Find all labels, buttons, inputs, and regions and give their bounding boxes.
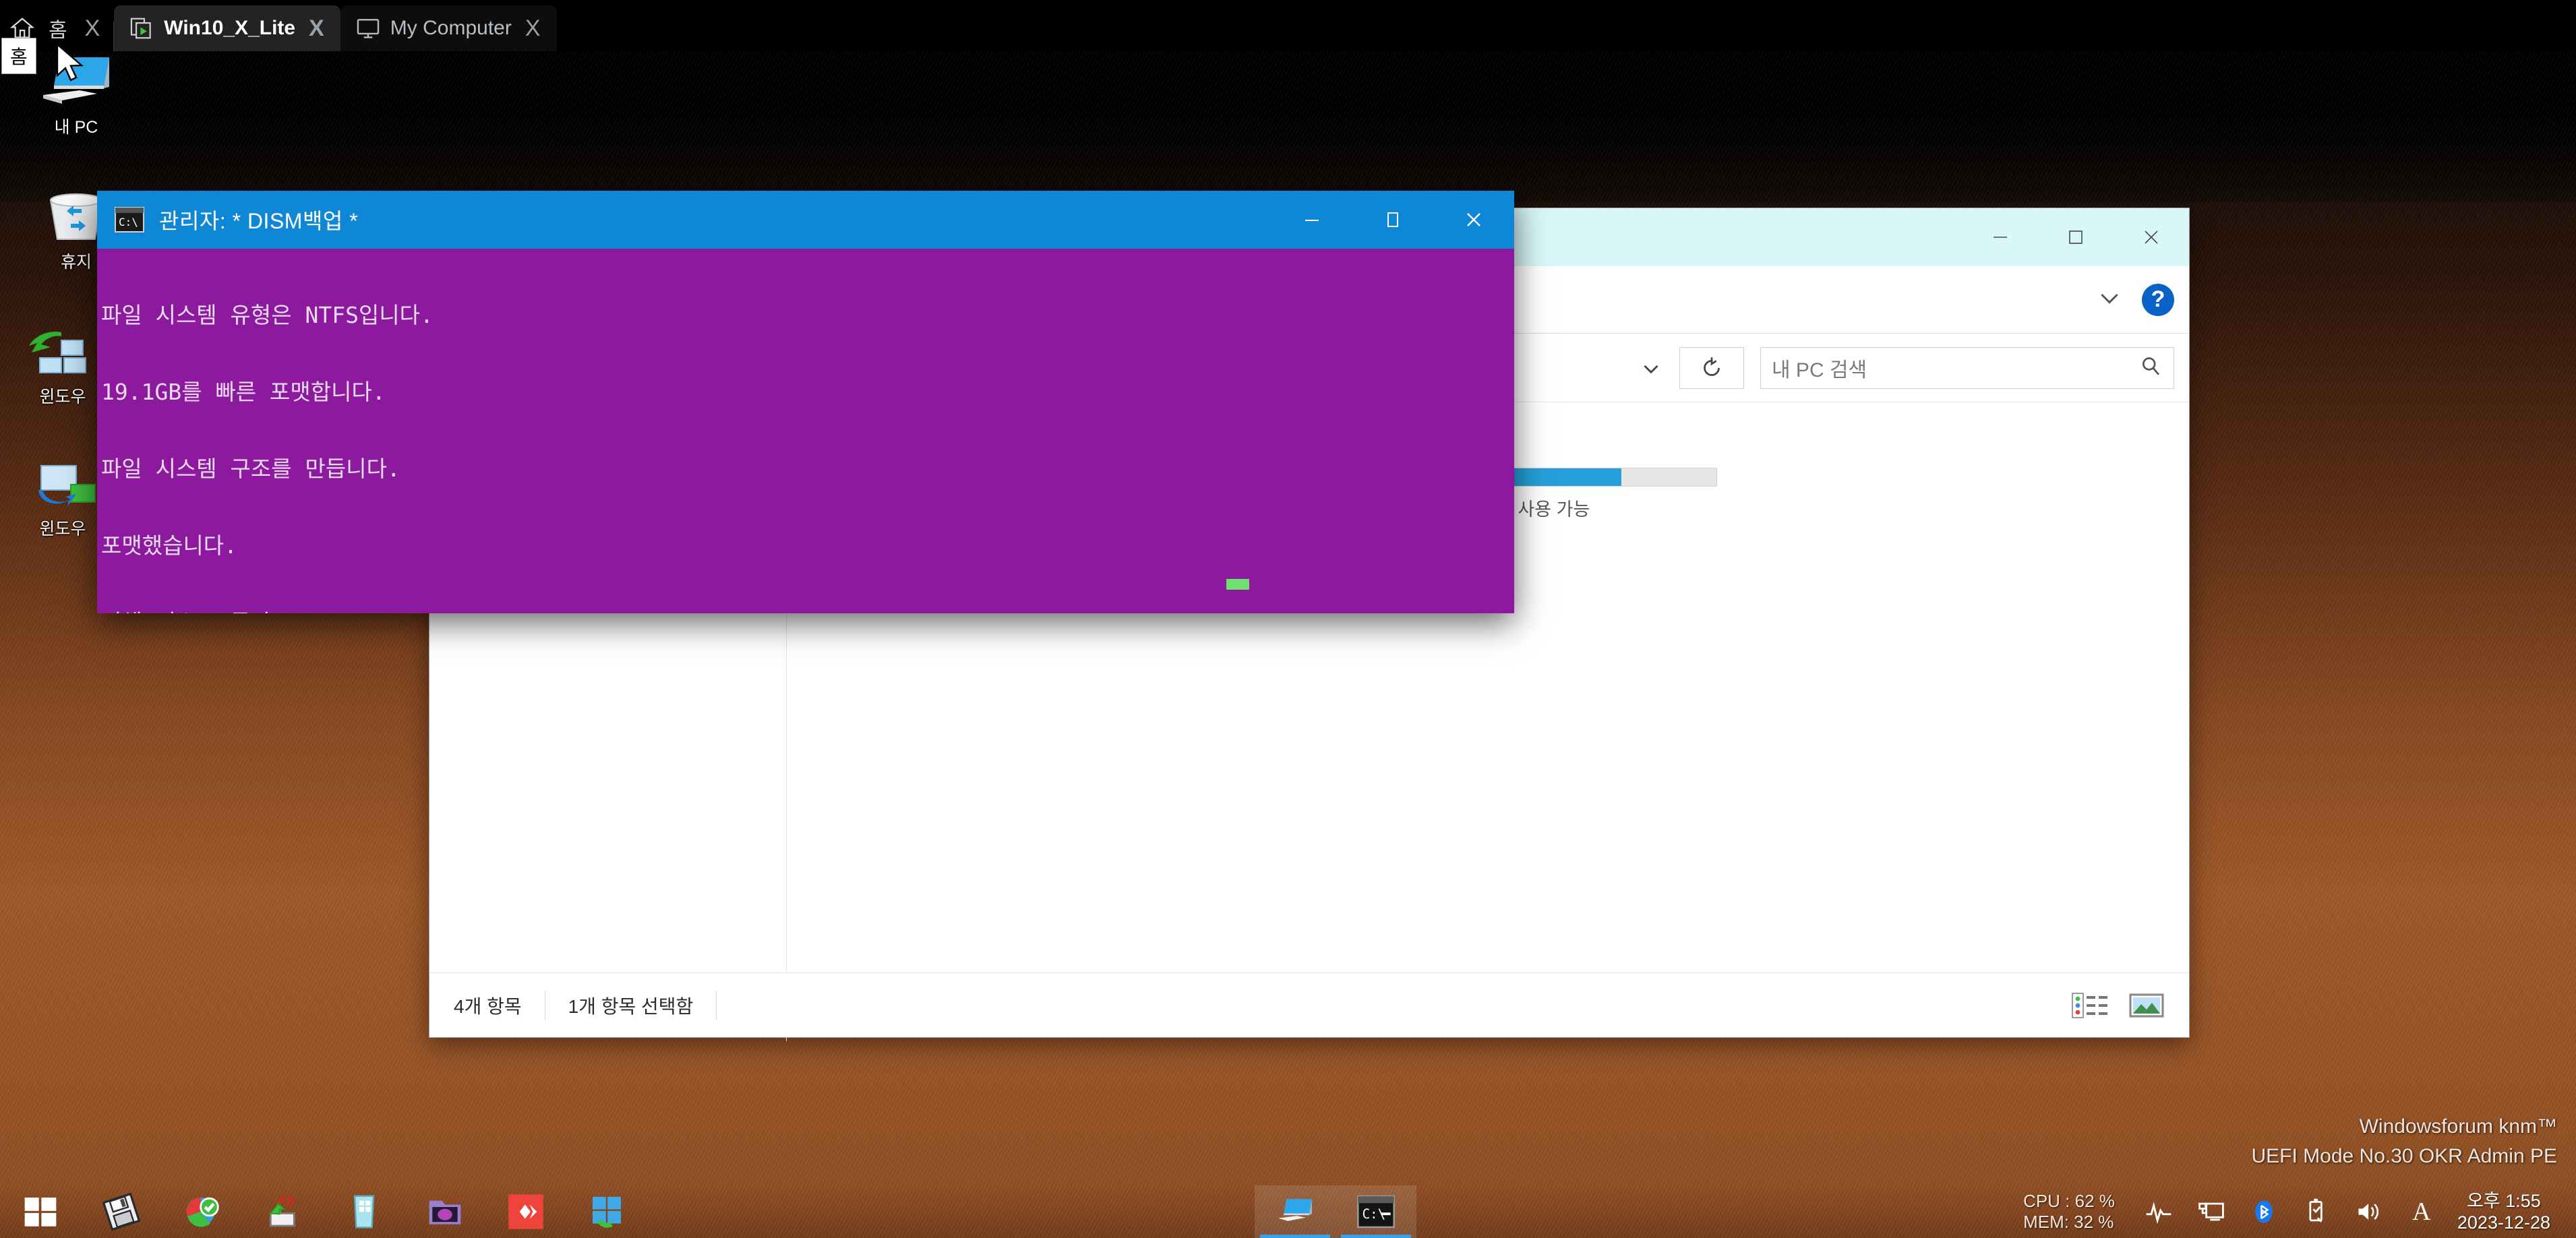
console-output[interactable]: 파일 시스템 유형은 NTFS입니다. 19.1GB를 빠른 포맷합니다. 파일…	[97, 249, 1514, 613]
status-selection-count: 1개 항목 선택함	[568, 995, 694, 1017]
status-divider	[716, 990, 717, 1020]
browser-tab-strip: 홈 X Win10_X_Lite X My Computer X	[0, 0, 2576, 51]
system-tray: CPU : 62 % MEM: 32 % A 오후 1:55 2023-12-2…	[2023, 1185, 2576, 1238]
tab-home-label: 홈	[49, 20, 67, 42]
file-explorer-task[interactable]	[1254, 1185, 1336, 1238]
tab-home-close-icon[interactable]: X	[81, 17, 104, 40]
console-titlebar[interactable]: C:\ 관리자: * DISM백업 *	[97, 191, 1514, 249]
command-prompt-icon: C:\	[115, 207, 144, 233]
search-input[interactable]: 내 PC 검색	[1760, 346, 2174, 389]
tab-win10-x-lite-close-icon[interactable]: X	[305, 17, 328, 40]
console-minimize-button[interactable]	[1271, 191, 1352, 249]
floppy-disk-app[interactable]	[81, 1185, 162, 1238]
command-prompt-window[interactable]: C:\ 관리자: * DISM백업 * 파일 시스템 유형은 NTFS입니다. …	[97, 191, 1514, 613]
console-line: 파일 시스템 유형은 NTFS입니다.	[101, 302, 433, 328]
monitor-icon	[355, 16, 381, 41]
search-icon[interactable]	[2138, 354, 2163, 381]
mem-usage: MEM: 32 %	[2023, 1212, 2114, 1232]
command-prompt-icon: C:\	[1356, 1195, 1395, 1229]
large-icons-view-button[interactable]	[2127, 990, 2166, 1021]
tab-my-computer-close-icon[interactable]: X	[521, 17, 545, 40]
clock-time: 오후 1:55	[2467, 1190, 2541, 1211]
start-button[interactable]	[0, 1185, 81, 1238]
console-close-button[interactable]	[1433, 191, 1514, 249]
explorer-status-bar: 4개 항목 1개 항목 선택함	[429, 972, 2189, 1037]
clock-date: 2023-12-28	[2457, 1212, 2551, 1233]
ime-indicator-icon[interactable]: A	[2395, 1185, 2448, 1238]
anydesk-icon	[508, 1194, 543, 1229]
volume-icon[interactable]	[2343, 1185, 2395, 1238]
desktop-icon-label: 내 PC	[54, 118, 98, 137]
console-line: 포맷했습니다.	[101, 532, 238, 559]
fs-restore-icon: FS	[269, 1194, 295, 1227]
console-maximize-button[interactable]	[1352, 191, 1433, 249]
performance-monitor: CPU : 62 % MEM: 32 %	[2023, 1191, 2132, 1232]
wim-tool-app[interactable]	[324, 1185, 405, 1238]
tab-my-computer[interactable]: My Computer X	[340, 5, 557, 51]
watermark-line-1: Windowsforum knm™	[2359, 1115, 2557, 1138]
explorer-maximize-button[interactable]	[2038, 208, 2114, 266]
chevron-down-icon[interactable]	[2096, 284, 2123, 315]
taskbar-clock[interactable]: 오후 1:55 2023-12-28	[2448, 1190, 2565, 1234]
wim-icon	[353, 1195, 375, 1229]
windows-tool-app[interactable]	[566, 1185, 647, 1238]
console-line: 전체 디스크 공간: 19.1GB	[101, 610, 1510, 614]
explorer-close-button[interactable]	[2114, 208, 2189, 266]
explorer-minimize-button[interactable]	[1963, 208, 2038, 266]
details-view-button[interactable]	[2070, 990, 2109, 1021]
usb-eject-icon[interactable]	[2290, 1185, 2343, 1238]
windows-logo-icon	[24, 1198, 57, 1227]
help-button[interactable]: ?	[2142, 283, 2174, 316]
network-connection-icon[interactable]	[2185, 1185, 2238, 1238]
desktop-watermark: Windowsforum knm™ UEFI Mode No.30 OKR Ad…	[2251, 1112, 2557, 1171]
cpu-usage: CPU : 62 %	[2023, 1191, 2115, 1212]
media-folder-icon	[429, 1200, 461, 1225]
console-line: 19.1GB를 빠른 포맷합니다.	[101, 379, 386, 405]
home-tab-tooltip: 홈	[1, 38, 36, 74]
activity-monitor-icon[interactable]	[2132, 1185, 2185, 1238]
win-tiles-icon	[593, 1196, 621, 1228]
console-cursor	[1226, 579, 1249, 590]
fs-restore-app[interactable]: FS	[243, 1185, 324, 1238]
status-item-count: 4개 항목	[454, 995, 522, 1017]
svg-text:C:\: C:\	[119, 216, 138, 228]
command-prompt-task[interactable]: C:\	[1335, 1185, 1416, 1238]
console-line: 파일 시스템 구조를 만듭니다.	[101, 456, 400, 482]
floppy-icon	[102, 1193, 140, 1231]
bluetooth-icon[interactable]	[2238, 1185, 2290, 1238]
tab-win10-x-lite[interactable]: Win10_X_Lite X	[114, 5, 340, 51]
partition-tool-app[interactable]	[162, 1185, 243, 1238]
refresh-button[interactable]	[1679, 346, 1744, 389]
mouse-cursor	[56, 43, 84, 82]
address-history-dropdown[interactable]	[1622, 346, 1680, 389]
tab-my-computer-label: My Computer	[390, 17, 512, 39]
tab-win10-x-lite-label: Win10_X_Lite	[164, 17, 296, 39]
console-title: 관리자: * DISM백업 *	[159, 209, 359, 233]
anydesk-app[interactable]	[485, 1185, 566, 1238]
media-folder-app[interactable]	[405, 1185, 485, 1238]
computer-icon	[1278, 1199, 1312, 1221]
search-placeholder: 내 PC 검색	[1772, 359, 1867, 381]
partition-icon	[186, 1197, 219, 1227]
watermark-line-2: UEFI Mode No.30 OKR Admin PE	[2251, 1144, 2557, 1167]
window-stack-icon	[129, 16, 154, 41]
taskbar[interactable]: FS C:\ CPU: 62 % MEM: 32 % A 오후 1:55 20…	[0, 1185, 2576, 1238]
